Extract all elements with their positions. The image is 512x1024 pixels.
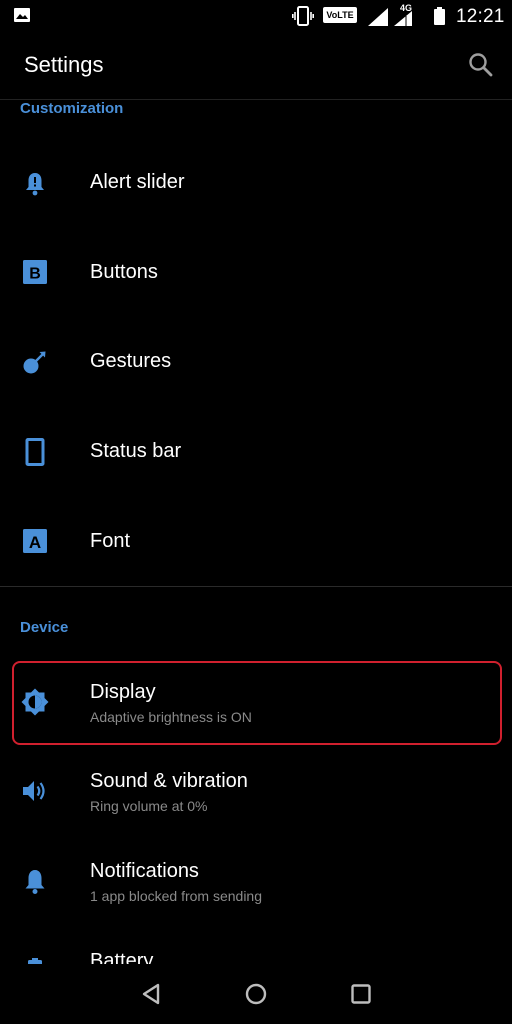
section-divider bbox=[0, 586, 512, 587]
settings-item-status-bar[interactable]: Status bar bbox=[0, 407, 512, 495]
home-icon[interactable] bbox=[242, 980, 270, 1008]
svg-text:B: B bbox=[29, 266, 41, 283]
vibrate-icon bbox=[292, 6, 314, 31]
settings-item-notifications[interactable]: Notifications 1 app blocked from sending bbox=[0, 838, 512, 926]
settings-item-subtitle: 1 app blocked from sending bbox=[90, 888, 262, 904]
settings-item-subtitle: Adaptive brightness is ON bbox=[90, 709, 252, 725]
font-icon: A bbox=[20, 526, 50, 556]
svg-text:A: A bbox=[29, 533, 41, 552]
notifications-icon bbox=[20, 866, 50, 896]
signal-icon bbox=[368, 8, 388, 31]
battery-icon bbox=[20, 956, 50, 964]
back-icon[interactable] bbox=[138, 980, 166, 1008]
recents-icon[interactable] bbox=[347, 980, 375, 1008]
settings-item-font[interactable]: A Font bbox=[0, 497, 512, 585]
section-header-device: Device bbox=[20, 619, 69, 636]
settings-item-title: Status bar bbox=[90, 440, 182, 462]
settings-item-display[interactable]: Display Adaptive brightness is ON bbox=[0, 659, 512, 747]
navigation-bar bbox=[0, 964, 512, 1024]
status-bar-icon bbox=[20, 437, 50, 467]
alert-slider-icon bbox=[20, 168, 50, 198]
image-notification-icon bbox=[14, 8, 30, 27]
settings-item-buttons[interactable]: B Buttons bbox=[0, 228, 512, 316]
gestures-icon bbox=[20, 347, 50, 377]
app-toolbar: Settings bbox=[0, 32, 512, 99]
page-title: Settings bbox=[24, 52, 104, 77]
status-bar: VoLTE 4G 12:21 bbox=[0, 0, 512, 32]
settings-item-gestures[interactable]: Gestures bbox=[0, 318, 512, 406]
settings-item-title: Gestures bbox=[90, 350, 172, 372]
settings-item-title: Notifications bbox=[90, 860, 199, 882]
settings-item-title: Battery bbox=[90, 950, 154, 964]
settings-item-title: Display bbox=[90, 681, 156, 703]
display-icon bbox=[20, 687, 50, 717]
settings-item-sound-vibration[interactable]: Sound & vibration Ring volume at 0% bbox=[0, 748, 512, 836]
settings-item-title: Buttons bbox=[90, 261, 158, 283]
status-time: 12:21 bbox=[456, 6, 505, 27]
buttons-icon: B bbox=[20, 257, 50, 287]
settings-item-subtitle: Ring volume at 0% bbox=[90, 798, 208, 814]
settings-item-battery[interactable]: Battery bbox=[0, 928, 512, 964]
battery-status-icon bbox=[434, 7, 445, 30]
settings-item-title: Sound & vibration bbox=[90, 770, 248, 792]
settings-item-alert-slider[interactable]: Alert slider bbox=[0, 139, 512, 227]
settings-item-title: Font bbox=[90, 530, 131, 552]
search-icon[interactable] bbox=[466, 50, 496, 80]
sound-icon bbox=[20, 776, 50, 806]
settings-item-title: Alert slider bbox=[90, 171, 185, 193]
network-signal-icon bbox=[392, 9, 412, 31]
volte-icon: VoLTE bbox=[323, 7, 357, 23]
section-header-customization: Customization bbox=[20, 100, 124, 117]
